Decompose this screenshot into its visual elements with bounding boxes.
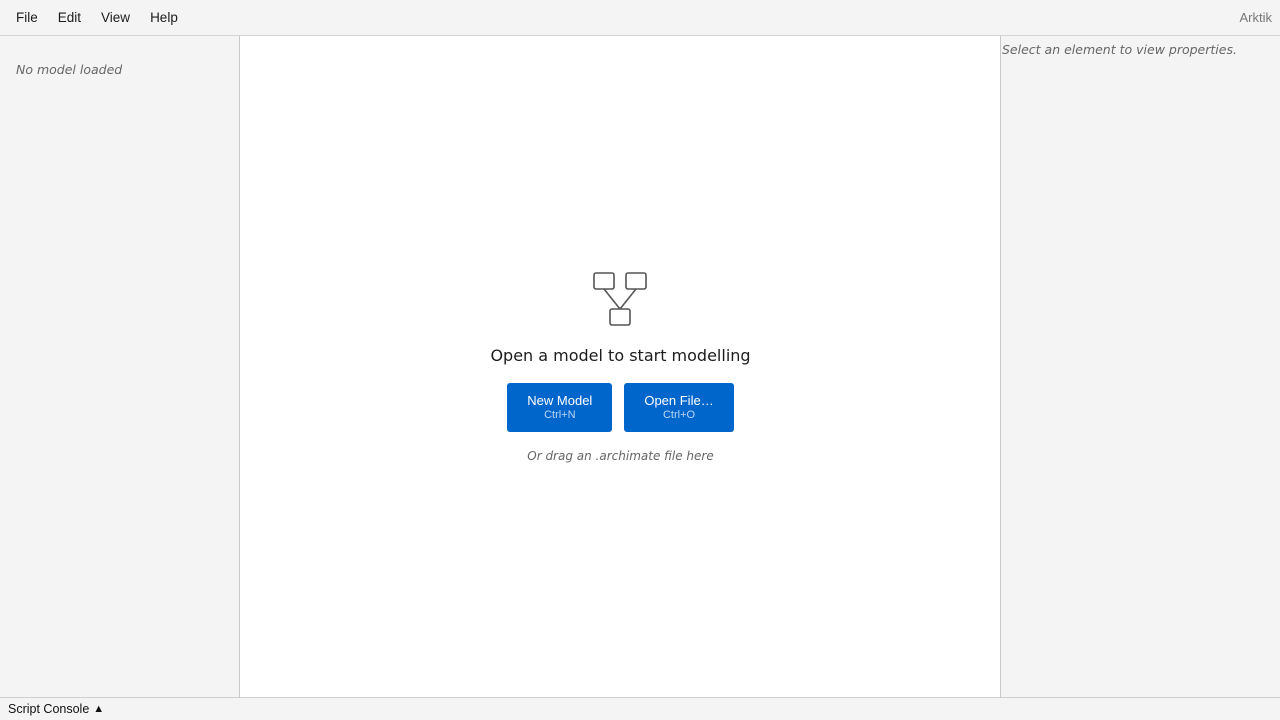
open-file-label: Open File… [644, 393, 714, 408]
welcome-title: Open a model to start modelling [490, 346, 751, 365]
diagram-canvas[interactable]: Open a model to start modelling New Mode… [240, 36, 1001, 697]
menu-edit[interactable]: Edit [48, 6, 91, 29]
welcome-actions: New Model Ctrl+N Open File… Ctrl+O [240, 383, 1001, 432]
model-tree-empty-text: No model loaded [16, 62, 123, 77]
welcome-screen: Open a model to start modelling New Mode… [240, 272, 1001, 463]
drag-drop-hint: Or drag an .archimate file here [527, 449, 714, 463]
script-console-toggle[interactable]: Script Console ▲ [8, 702, 104, 716]
menu-file[interactable]: File [6, 6, 48, 29]
app-name: Arktik [1239, 10, 1273, 25]
menu-help[interactable]: Help [140, 6, 188, 29]
model-tree-panel: No model loaded [0, 36, 240, 697]
menu-items: File Edit View Help [6, 0, 188, 35]
new-model-label: New Model [527, 393, 593, 408]
new-model-shortcut: Ctrl+N [544, 409, 576, 421]
status-bar: Script Console ▲ [0, 697, 1280, 720]
new-model-button[interactable]: New Model Ctrl+N [507, 383, 613, 432]
properties-panel: Select an element to view properties. [1000, 36, 1280, 697]
open-file-button[interactable]: Open File… Ctrl+O [624, 383, 734, 432]
open-file-shortcut: Ctrl+O [662, 409, 696, 421]
menu-view[interactable]: View [91, 6, 140, 29]
menu-bar: File Edit View Help Arktik [0, 0, 1280, 36]
script-console-label: Script Console [8, 702, 90, 716]
properties-empty-text: Select an element to view properties. [1002, 42, 1237, 57]
caret-up-icon: ▲ [93, 703, 105, 715]
model-diagram-icon [592, 272, 647, 326]
